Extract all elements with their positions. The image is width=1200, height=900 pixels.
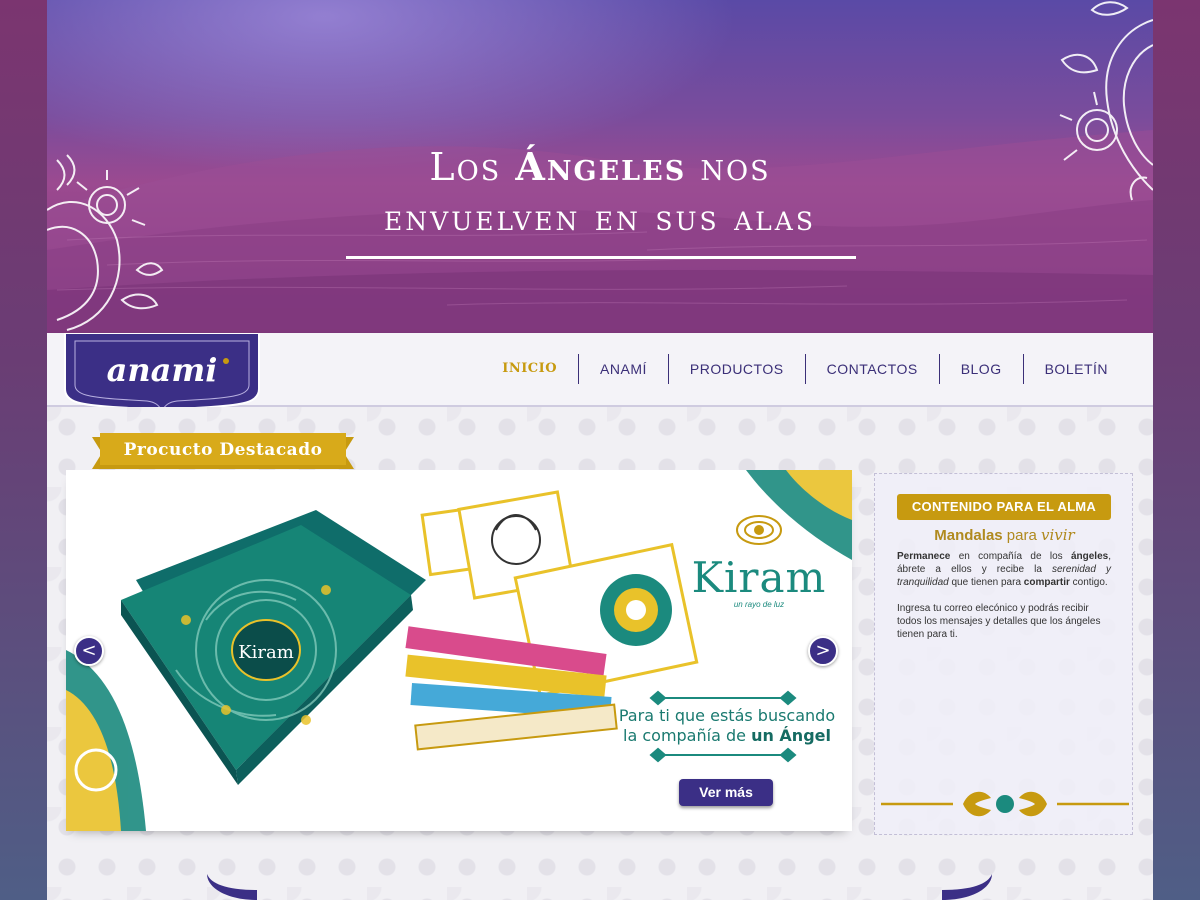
p1-bold-compartir: compartir	[1023, 577, 1070, 588]
nav-item-productos[interactable]: PRODUCTOS	[667, 354, 805, 384]
featured-product-slider[interactable]: Kiram Kiram un rayo de luz Para ti que e…	[66, 470, 852, 831]
ver-mas-button[interactable]: Ver más	[679, 779, 773, 806]
logo-text: anami	[107, 351, 218, 389]
p1-text-3: que tienen para	[948, 577, 1024, 588]
hero-headline: Los Ángeles nos envuelven en sus alas	[47, 140, 1153, 244]
slide-promo-text: Para ti que estás buscando la compañía d…	[614, 706, 840, 746]
nav-item-blog[interactable]: BLOG	[938, 354, 1023, 384]
slider-prev-arrow-icon[interactable]: <	[74, 636, 104, 666]
nav-item-inicio[interactable]: INICIO	[481, 354, 578, 384]
svg-text:Kiram: Kiram	[238, 642, 294, 663]
page: Los Ángeles nos envuelven en sus alas an…	[47, 0, 1153, 900]
sidebar-divider-ornament-icon	[881, 791, 1129, 817]
p1-text-1: en compañía de los	[950, 551, 1071, 562]
hero-underline	[346, 256, 856, 259]
featured-ribbon-label: Procucto Destacado	[123, 440, 323, 460]
kiram-brand-word: Kiram	[691, 553, 827, 602]
slider-next-arrow-icon[interactable]: >	[808, 636, 838, 666]
hero-word-los: Los	[429, 145, 502, 189]
promo-line1: Para ti que estás buscando	[618, 706, 836, 725]
sidebar-paragraph-2: Ingresa tu correo elecónico y podrás rec…	[897, 603, 1101, 640]
hero-headline-line1: Los Ángeles nos	[47, 140, 1153, 194]
kiram-brand-logo: Kiram un rayo de luz	[684, 522, 834, 610]
hero-headline-line2: envuelven en sus alas	[384, 198, 816, 239]
p1-bold-permanece: Permanece	[897, 551, 951, 562]
hero-word-angeles: Ángeles	[515, 144, 687, 189]
promo-line2-bold: un Ángel	[751, 726, 831, 745]
main-nav: INICIO ANAMÍ PRODUCTOS CONTACTOS BLOG BO…	[481, 354, 1129, 384]
nav-item-contactos[interactable]: CONTACTOS	[804, 354, 939, 384]
nav-item-anami[interactable]: ANAMÍ	[578, 354, 668, 384]
sidebar-ribbon-label: CONTENIDO PARA EL ALMA	[911, 499, 1097, 514]
sidebar-title-bold: Mandalas	[934, 527, 1003, 544]
sidebar-title: Mandalas para vivir	[875, 526, 1134, 544]
hero-word-nos: nos	[700, 145, 771, 189]
sidebar-title-para: para	[1006, 527, 1037, 544]
sidebar-title-italic: vivir	[1041, 526, 1075, 544]
nav-item-boletin[interactable]: BOLETÍN	[1022, 354, 1129, 384]
sidebar-paragraph-1: Permanece en compañía de los ángeles, áb…	[897, 550, 1111, 589]
p1-text-4: contigo.	[1069, 577, 1108, 588]
hero-banner: Los Ángeles nos envuelven en sus alas	[47, 0, 1153, 333]
bottom-ornament-left-icon	[207, 874, 257, 900]
sidebar-newsletter-panel: CONTENIDO PARA EL ALMA Mandalas para viv…	[874, 473, 1133, 835]
promo-line2-text: la compañía de	[623, 726, 746, 745]
p1-bold-angeles: ángeles	[1070, 551, 1109, 562]
promo-line2: la compañía de un Ángel	[614, 726, 840, 746]
bottom-ornament-right-icon	[942, 874, 992, 900]
